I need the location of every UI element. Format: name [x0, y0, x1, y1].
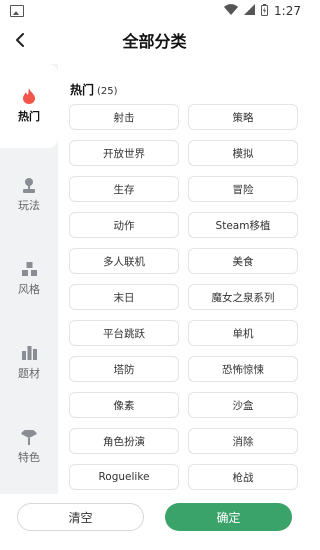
fan-icon [21, 429, 37, 445]
category-sidebar: 热门 玩法 风格 题材 特色 [0, 64, 58, 494]
section-header: 热门 (25) [70, 81, 118, 98]
tag-chip[interactable]: 恐怖惊悚 [188, 356, 298, 382]
tag-chip[interactable]: Steam移植 [188, 212, 298, 238]
confirm-button[interactable]: 确定 [165, 503, 292, 531]
tag-chip[interactable]: 单机 [188, 320, 298, 346]
sidebar-item-label: 热门 [18, 110, 40, 123]
sidebar-item-label: 风格 [18, 283, 40, 296]
signal-icon [244, 4, 256, 18]
sidebar-item-feature[interactable]: 特色 [0, 405, 58, 489]
content-area: 热门 玩法 风格 题材 特色 热门 (25) 射击 策略 开放世界 模拟 生存 … [0, 64, 309, 494]
tag-chip[interactable]: 魔女之泉系列 [188, 284, 298, 310]
tag-chip[interactable]: 塔防 [69, 356, 179, 382]
battery-icon [261, 3, 269, 19]
tag-chip[interactable]: 多人联机 [69, 248, 179, 274]
tag-chip[interactable]: 开放世界 [69, 140, 179, 166]
sidebar-item-style[interactable]: 风格 [0, 237, 58, 321]
bars-icon [21, 345, 37, 361]
joystick-icon [21, 177, 37, 193]
clear-button[interactable]: 清空 [17, 503, 144, 531]
tag-chip[interactable]: 平台跳跃 [69, 320, 179, 346]
tag-chip[interactable]: 动作 [69, 212, 179, 238]
gallery-notification-icon [10, 5, 24, 17]
page-title: 全部分类 [122, 32, 187, 51]
status-time: 1:27 [274, 4, 301, 18]
flame-icon [21, 88, 37, 104]
wifi-icon [224, 4, 239, 18]
tag-chip[interactable]: 沙盒 [188, 392, 298, 418]
tag-chip[interactable]: Roguelike [69, 464, 179, 490]
section-count: (25) [97, 86, 118, 97]
sidebar-item-label: 题材 [18, 367, 40, 380]
chevron-left-icon [16, 33, 24, 47]
tag-chip[interactable]: 美食 [188, 248, 298, 274]
sidebar-item-gameplay[interactable]: 玩法 [0, 153, 58, 237]
back-button[interactable] [8, 28, 32, 52]
section-title: 热门 [70, 83, 95, 97]
bottom-action-bar: 清空 确定 [0, 494, 309, 550]
tag-panel: 热门 (25) 射击 策略 开放世界 模拟 生存 冒险 动作 Steam移植 多人… [58, 64, 309, 494]
tag-chip[interactable]: 生存 [69, 176, 179, 202]
tag-chip[interactable]: 冒险 [188, 176, 298, 202]
tag-chip[interactable]: 模拟 [188, 140, 298, 166]
tag-chip[interactable]: 射击 [69, 104, 179, 130]
sidebar-item-hot[interactable]: 热门 [0, 64, 58, 148]
tag-chip[interactable]: 策略 [188, 104, 298, 130]
status-bar: 1:27 [0, 0, 309, 22]
tag-chip[interactable]: 枪战 [188, 464, 298, 490]
tag-chip[interactable]: 角色扮演 [69, 428, 179, 454]
tag-chip[interactable]: 像素 [69, 392, 179, 418]
nav-bar: 全部分类 [0, 22, 309, 58]
sidebar-item-theme[interactable]: 题材 [0, 321, 58, 405]
tag-chip[interactable]: 末日 [69, 284, 179, 310]
tag-grid: 射击 策略 开放世界 模拟 生存 冒险 动作 Steam移植 多人联机 美食 末… [69, 104, 298, 490]
blocks-icon [21, 261, 37, 277]
sidebar-item-label: 玩法 [18, 199, 40, 212]
sidebar-item-label: 特色 [18, 451, 40, 464]
tag-chip[interactable]: 消除 [188, 428, 298, 454]
